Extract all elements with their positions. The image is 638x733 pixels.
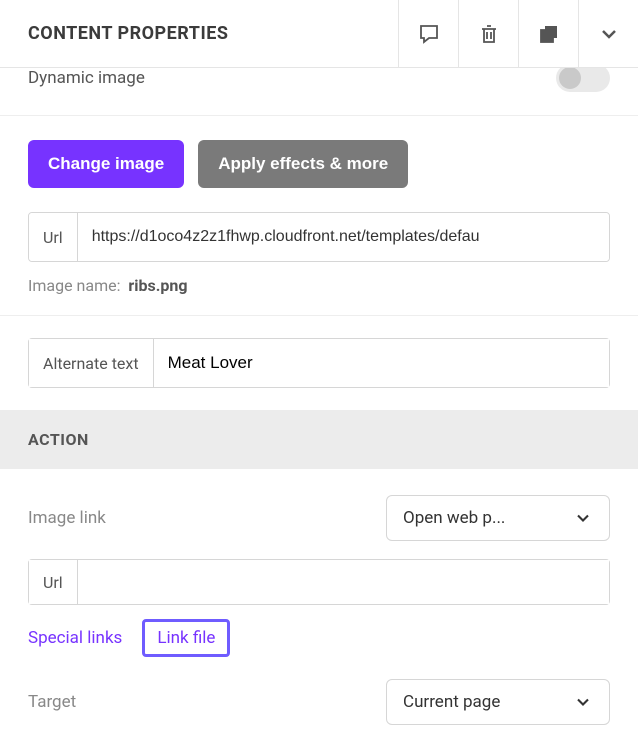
- action-url-label: Url: [29, 560, 78, 604]
- image-link-label: Image link: [28, 508, 106, 528]
- comment-button[interactable]: [398, 0, 458, 67]
- collapse-button[interactable]: [578, 0, 638, 67]
- url-label: Url: [29, 213, 78, 261]
- panel-title: CONTENT PROPERTIES: [28, 23, 228, 44]
- special-links-button[interactable]: Special links: [28, 628, 122, 648]
- alt-text-input[interactable]: [154, 339, 609, 387]
- duplicate-icon: [537, 22, 561, 46]
- image-name-label: Image name:: [28, 276, 120, 295]
- image-url-input[interactable]: [78, 213, 609, 261]
- trash-icon: [477, 22, 501, 46]
- dynamic-image-label: Dynamic image: [28, 68, 145, 88]
- change-image-button[interactable]: Change image: [28, 140, 184, 188]
- image-url-group: Url: [28, 212, 610, 262]
- delete-button[interactable]: [458, 0, 518, 67]
- action-url-input[interactable]: [78, 560, 609, 604]
- link-file-button[interactable]: Link file: [142, 619, 230, 657]
- action-url-group: Url: [28, 559, 610, 605]
- apply-effects-button[interactable]: Apply effects & more: [198, 140, 408, 188]
- comment-icon: [417, 22, 441, 46]
- target-label: Target: [28, 692, 76, 712]
- alt-text-group: Alternate text: [28, 338, 610, 388]
- target-select[interactable]: Current page: [386, 679, 610, 725]
- chevron-down-icon: [597, 22, 621, 46]
- image-link-value: Open web p...: [403, 508, 505, 528]
- chevron-down-icon: [573, 508, 593, 528]
- dynamic-image-toggle[interactable]: [556, 68, 610, 92]
- chevron-down-icon: [573, 692, 593, 712]
- header-tools: [398, 0, 638, 67]
- image-link-select[interactable]: Open web p...: [386, 495, 610, 541]
- target-value: Current page: [403, 692, 500, 712]
- action-header: ACTION: [0, 410, 638, 469]
- image-name-value: ribs.png: [128, 276, 187, 295]
- alt-text-label: Alternate text: [29, 339, 154, 387]
- duplicate-button[interactable]: [518, 0, 578, 67]
